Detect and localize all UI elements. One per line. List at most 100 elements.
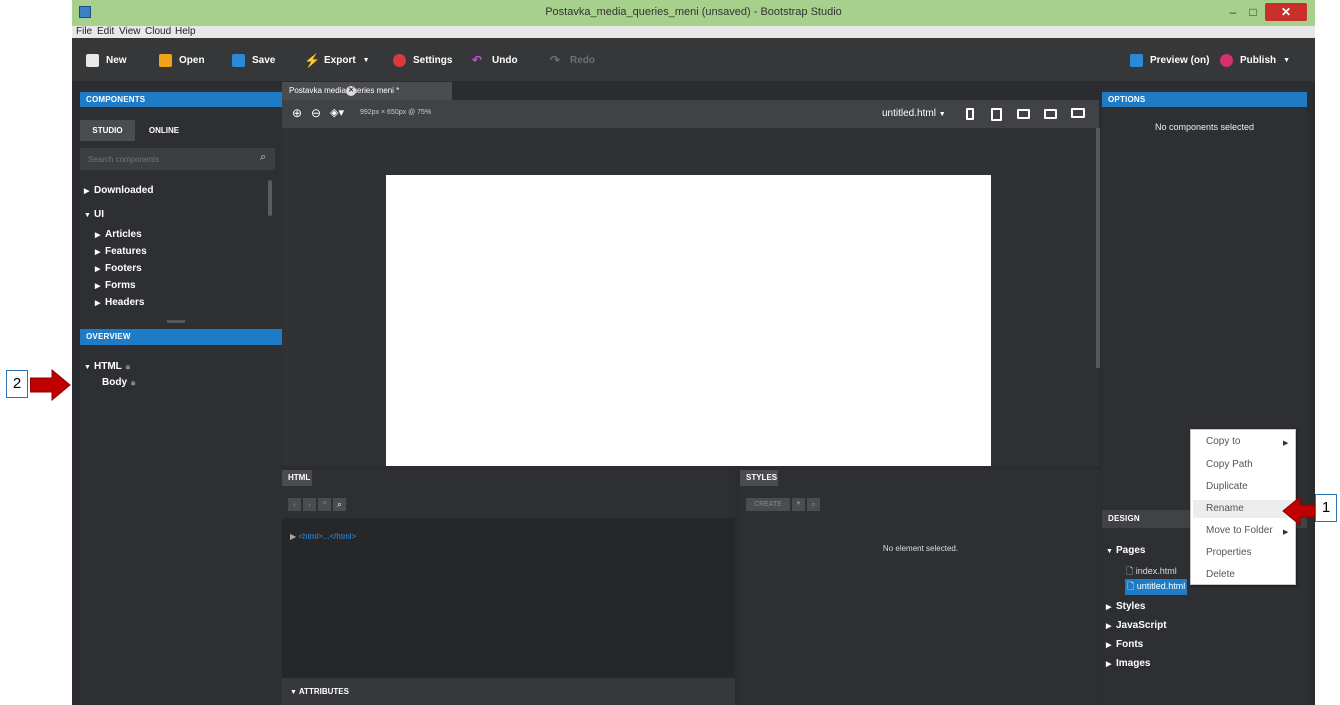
chevron-down-icon[interactable]: ▼ <box>792 498 805 511</box>
redo-button[interactable]: ↷ Redo <box>550 51 595 69</box>
overview-html-node[interactable]: ▼ HTML 🔒︎ <box>84 361 130 372</box>
caret-right-icon: ▶ <box>95 232 101 239</box>
save-button[interactable]: Save <box>232 51 275 69</box>
context-menu: Copy to ▶ Copy Path Duplicate Rename Mov… <box>1190 429 1296 585</box>
phone-icon[interactable] <box>966 108 974 120</box>
caret-right-icon: ▶ <box>1106 623 1112 630</box>
preview-button[interactable]: Preview (on) <box>1130 51 1209 69</box>
design-pages-node[interactable]: ▼ Pages <box>1106 545 1145 556</box>
lock-icon: 🔒︎ <box>131 378 136 387</box>
minimize-button[interactable]: – <box>1223 3 1243 21</box>
open-label: Open <box>179 54 205 66</box>
tab-html[interactable]: HTML <box>282 470 312 486</box>
back-icon[interactable]: ‹ <box>288 498 301 511</box>
canvas-scrollbar[interactable] <box>1096 128 1100 368</box>
html-node-line[interactable]: ▶ <html>...</html> <box>290 532 356 541</box>
desktop-icon[interactable] <box>1071 108 1085 118</box>
design-images-node[interactable]: ▶ Images <box>1106 658 1150 669</box>
tree-item-ui[interactable]: ▼ UI <box>84 209 104 220</box>
search-icon[interactable]: ⌕ <box>807 498 820 511</box>
search-icon[interactable]: ⌕ <box>333 498 346 511</box>
forward-icon[interactable]: › <box>303 498 316 511</box>
design-javascript-node[interactable]: ▶ JavaScript <box>1106 620 1167 631</box>
html-code-area[interactable]: ▶ <html>...</html> <box>282 518 735 678</box>
publish-dropdown-icon: ▼ <box>1283 56 1291 64</box>
tablet-portrait-icon[interactable] <box>991 108 1002 121</box>
page-item-index[interactable]: 🗋 index.html <box>1126 564 1177 580</box>
layers-icon[interactable]: ◈▾ <box>330 106 344 119</box>
lock-icon: 🔒︎ <box>125 362 131 371</box>
open-button[interactable]: Open <box>159 51 205 69</box>
tab-online[interactable]: ONLINE <box>137 120 191 141</box>
design-fonts-node[interactable]: ▶ Fonts <box>1106 639 1143 650</box>
styles-panel: STYLES CREATE ▼ ⌕ No element selected. <box>740 470 1101 705</box>
page-preview[interactable] <box>386 175 991 466</box>
main-toolbar: New Open Save ⚡ Export ▼ Settings ↶ Undo… <box>72 38 1315 81</box>
tab-styles[interactable]: STYLES <box>740 470 778 486</box>
submenu-arrow-icon: ▶ <box>1283 529 1289 536</box>
cloud-upload-icon <box>1220 53 1233 67</box>
file-icon: 🗋 <box>1126 566 1134 576</box>
page-item-untitled[interactable]: 🗋 untitled.html <box>1125 579 1188 595</box>
menu-item-rename[interactable]: Rename <box>1206 503 1244 514</box>
tree-item-forms[interactable]: ▶ Forms <box>95 280 136 291</box>
publish-button[interactable]: Publish ▼ <box>1220 51 1290 69</box>
tree-item-features[interactable]: ▶ Features <box>95 246 147 257</box>
bootstrap-studio-window: Postavka_media_queries_meni (unsaved) - … <box>72 0 1315 705</box>
tree-item-downloaded[interactable]: ▶ Downloaded <box>84 185 153 196</box>
menu-edit[interactable]: Edit <box>97 26 114 38</box>
menu-item-properties[interactable]: Properties <box>1206 547 1252 558</box>
tab-studio[interactable]: STUDIO <box>80 120 135 141</box>
menu-item-copy-to[interactable]: Copy to <box>1206 436 1240 447</box>
panel-resize-handle[interactable] <box>167 320 185 323</box>
tree-item-headers[interactable]: ▶ Headers <box>95 297 144 308</box>
menu-cloud[interactable]: Cloud <box>145 26 171 38</box>
laptop-icon[interactable] <box>1044 109 1057 119</box>
menu-view[interactable]: View <box>119 26 141 38</box>
title-bar: Postavka_media_queries_meni (unsaved) - … <box>72 0 1315 26</box>
close-button[interactable]: ✕ <box>1265 3 1307 21</box>
preview-label: Preview (on) <box>1150 54 1210 66</box>
annotation-arrow-1-icon <box>1282 496 1315 526</box>
caret-right-icon: ▶ <box>95 249 101 256</box>
caret-down-icon: ▼ <box>84 364 91 371</box>
settings-button[interactable]: Settings <box>393 51 452 69</box>
maximize-button[interactable]: □ <box>1243 3 1263 21</box>
overview-body-node[interactable]: Body 🔒︎ <box>102 377 135 388</box>
tree-item-articles[interactable]: ▶ Articles <box>95 229 142 240</box>
submenu-arrow-icon: ▶ <box>1283 440 1289 447</box>
search-input[interactable] <box>88 152 238 166</box>
caret-right-icon: ▶ <box>95 283 101 290</box>
styles-actions: CREATE ▼ ⌕ <box>746 498 820 512</box>
create-style-button[interactable]: CREATE <box>746 498 790 511</box>
search-icon[interactable]: ⌕ <box>260 151 266 164</box>
components-scrollbar[interactable] <box>268 180 272 216</box>
zoom-out-icon[interactable]: ⊖ <box>311 106 321 120</box>
monitor-icon <box>1130 53 1143 67</box>
document-tab[interactable]: Postavka media queries meni * ✕ <box>282 82 452 100</box>
tablet-landscape-icon[interactable] <box>1017 109 1030 119</box>
up-icon[interactable]: ^ <box>318 498 331 511</box>
annotation-callout-1: 1 <box>1315 494 1337 522</box>
save-icon <box>232 53 245 67</box>
menu-item-move-to-folder[interactable]: Move to Folder <box>1206 525 1273 536</box>
page-select[interactable]: untitled.html ▼ <box>882 108 946 119</box>
new-button[interactable]: New <box>86 51 127 69</box>
menu-item-duplicate[interactable]: Duplicate <box>1206 481 1248 492</box>
menu-help[interactable]: Help <box>175 26 196 38</box>
save-label: Save <box>252 54 276 66</box>
export-button[interactable]: ⚡ Export ▼ <box>304 51 370 69</box>
tree-item-footers[interactable]: ▶ Footers <box>95 263 142 274</box>
menu-file[interactable]: File <box>76 26 92 38</box>
menu-item-copy-path[interactable]: Copy Path <box>1206 459 1253 470</box>
caret-right-icon: ▶ <box>95 300 101 307</box>
overview-header: OVERVIEW <box>80 329 282 345</box>
attributes-section[interactable]: ▼ ATTRIBUTES <box>282 678 735 705</box>
new-file-icon <box>86 53 99 67</box>
chevron-down-icon: ▼ <box>938 111 946 118</box>
zoom-in-icon[interactable]: ⊕ <box>292 106 302 120</box>
undo-button[interactable]: ↶ Undo <box>472 51 518 69</box>
close-tab-icon[interactable]: ✕ <box>346 86 356 96</box>
design-styles-node[interactable]: ▶ Styles <box>1106 601 1145 612</box>
menu-item-delete[interactable]: Delete <box>1206 569 1235 580</box>
